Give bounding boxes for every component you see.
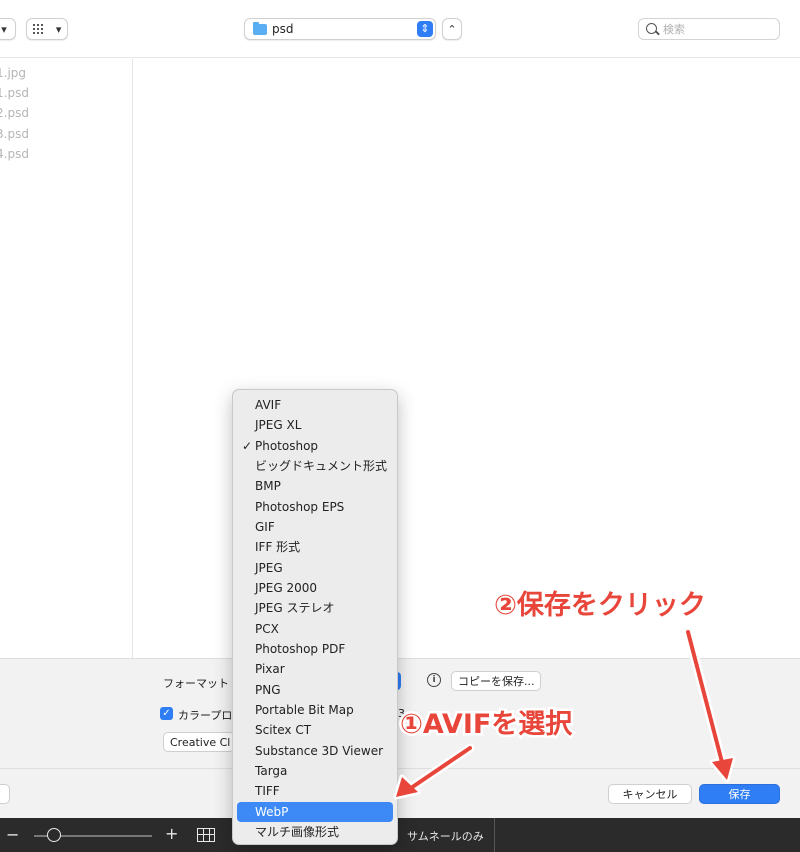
chevron-up-icon: ⌃ [447,22,457,36]
save-dialog-toolbar: ▾ ▾ psd ⇕ ⌃ [0,0,800,58]
menu-item-scitex-ct[interactable]: Scitex CT [237,720,393,740]
file-list: 1.jpg 1.psd 2.psd 3.psd 4.psd [0,59,133,659]
menu-item-label: Photoshop EPS [255,500,345,514]
format-dropdown-menu: AVIF JPEG XL ✓ Photoshop ビッグドキュメント形式 BMP … [232,389,398,845]
location-label: psd [272,22,294,36]
menu-item-label: マルチ画像形式 [255,825,340,839]
menu-item-label: JPEG 2000 [255,581,318,595]
menu-item-targa[interactable]: Targa [237,761,393,781]
menu-item-label: Pixar [255,662,285,676]
grid-icon[interactable] [197,828,215,842]
menu-item-gif[interactable]: GIF [237,517,393,537]
save-options-panel: フォーマット i コピーを保存... ✓ カラープロ 3 Creative Cl [0,658,800,768]
status-bar: − + サムネールのみ [0,818,800,852]
search-input[interactable] [663,21,773,37]
menu-item-photoshop-eps[interactable]: Photoshop EPS [237,497,393,517]
file-item[interactable]: 3.psd [0,127,29,145]
menu-item-iff[interactable]: IFF 形式 [237,537,393,557]
new-folder-button[interactable] [0,784,10,804]
color-profile-checkbox[interactable]: ✓ [160,707,173,720]
file-item[interactable]: 1.psd [0,86,29,104]
menu-item-avif[interactable]: AVIF [237,395,393,415]
file-item[interactable]: 1.jpg [0,66,26,84]
menu-item-photoshop-pdf[interactable]: Photoshop PDF [237,639,393,659]
menu-item-pcx[interactable]: PCX [237,619,393,639]
menu-item-label: IFF 形式 [255,540,301,554]
menu-item-photoshop[interactable]: ✓ Photoshop [237,436,393,456]
save-copy-label: コピーを保存... [458,675,535,688]
menu-item-bmp[interactable]: BMP [237,476,393,496]
menu-item-label: AVIF [255,398,282,412]
checkmark-icon: ✓ [242,439,253,453]
search-icon [646,23,657,34]
thumbnail-only-label[interactable]: サムネールのみ [407,828,484,844]
format-label: フォーマット [163,677,229,690]
menu-item-jpeg-stereo[interactable]: JPEG ステレオ [237,598,393,618]
menu-item-label: JPEG XL [255,418,302,432]
menu-item-label: Substance 3D Viewer [255,744,384,758]
file-item[interactable]: 2.psd [0,106,29,124]
menu-item-label: JPEG [255,561,283,575]
search-field[interactable] [638,18,780,40]
menu-item-webp[interactable]: WebP [237,802,393,822]
color-profile-suffix: 3 [398,707,405,720]
menu-item-label: JPEG ステレオ [255,601,335,615]
grid-view-button[interactable]: ▾ [26,18,68,40]
stepper-icon: ⇕ [417,21,433,37]
zoom-in-button[interactable]: + [165,824,178,843]
menu-item-label: Photoshop [255,439,319,453]
collapse-button[interactable]: ⌃ [442,18,462,40]
menu-item-jpeg-2000[interactable]: JPEG 2000 [237,578,393,598]
menu-item-substance-3d-viewer[interactable]: Substance 3D Viewer [237,741,393,761]
save-label: 保存 [728,788,751,801]
color-profile-label: カラープロ [178,709,233,722]
menu-item-label: TIFF [255,784,280,798]
file-item[interactable]: 4.psd [0,147,29,165]
creative-cloud-button[interactable]: Creative Cl [163,732,235,752]
menu-item-png[interactable]: PNG [237,680,393,700]
menu-item-label: WebP [255,805,289,819]
save-copy-button[interactable]: コピーを保存... [451,671,541,691]
grid-icon [32,24,45,34]
menu-item-big-document[interactable]: ビッグドキュメント形式 [237,456,393,476]
cancel-button[interactable]: キャンセル [608,784,692,804]
menu-item-portable-bit-map[interactable]: Portable Bit Map [237,700,393,720]
menu-item-label: GIF [255,520,275,534]
folder-icon [253,22,267,35]
menu-item-jpeg[interactable]: JPEG [237,558,393,578]
dialog-footer: キャンセル 保存 [0,768,800,818]
save-button[interactable]: 保存 [699,784,780,804]
location-popup[interactable]: psd ⇕ [244,18,436,40]
menu-item-label: Photoshop PDF [255,642,346,656]
creative-cloud-label: Creative Cl [170,735,231,749]
info-icon[interactable]: i [427,673,441,687]
view-mode-button[interactable]: ▾ [0,18,16,40]
menu-item-label: PCX [255,622,279,636]
menu-item-multi-image[interactable]: マルチ画像形式 [237,822,393,842]
cancel-label: キャンセル [622,788,678,801]
menu-item-pixar[interactable]: Pixar [237,659,393,679]
menu-item-label: BMP [255,479,281,493]
menu-item-label: Scitex CT [255,723,312,737]
menu-item-label: PNG [255,683,281,697]
menu-item-jpeg-xl[interactable]: JPEG XL [237,415,393,435]
menu-item-tiff[interactable]: TIFF [237,781,393,801]
menu-item-label: Targa [255,764,288,778]
zoom-slider-knob[interactable] [47,828,61,842]
chevron-down-icon: ▾ [55,22,62,36]
zoom-out-button[interactable]: − [6,825,19,844]
menu-item-label: Portable Bit Map [255,703,354,717]
menu-item-label: ビッグドキュメント形式 [255,459,388,473]
divider [494,818,495,852]
chevron-down-icon: ▾ [1,22,7,36]
